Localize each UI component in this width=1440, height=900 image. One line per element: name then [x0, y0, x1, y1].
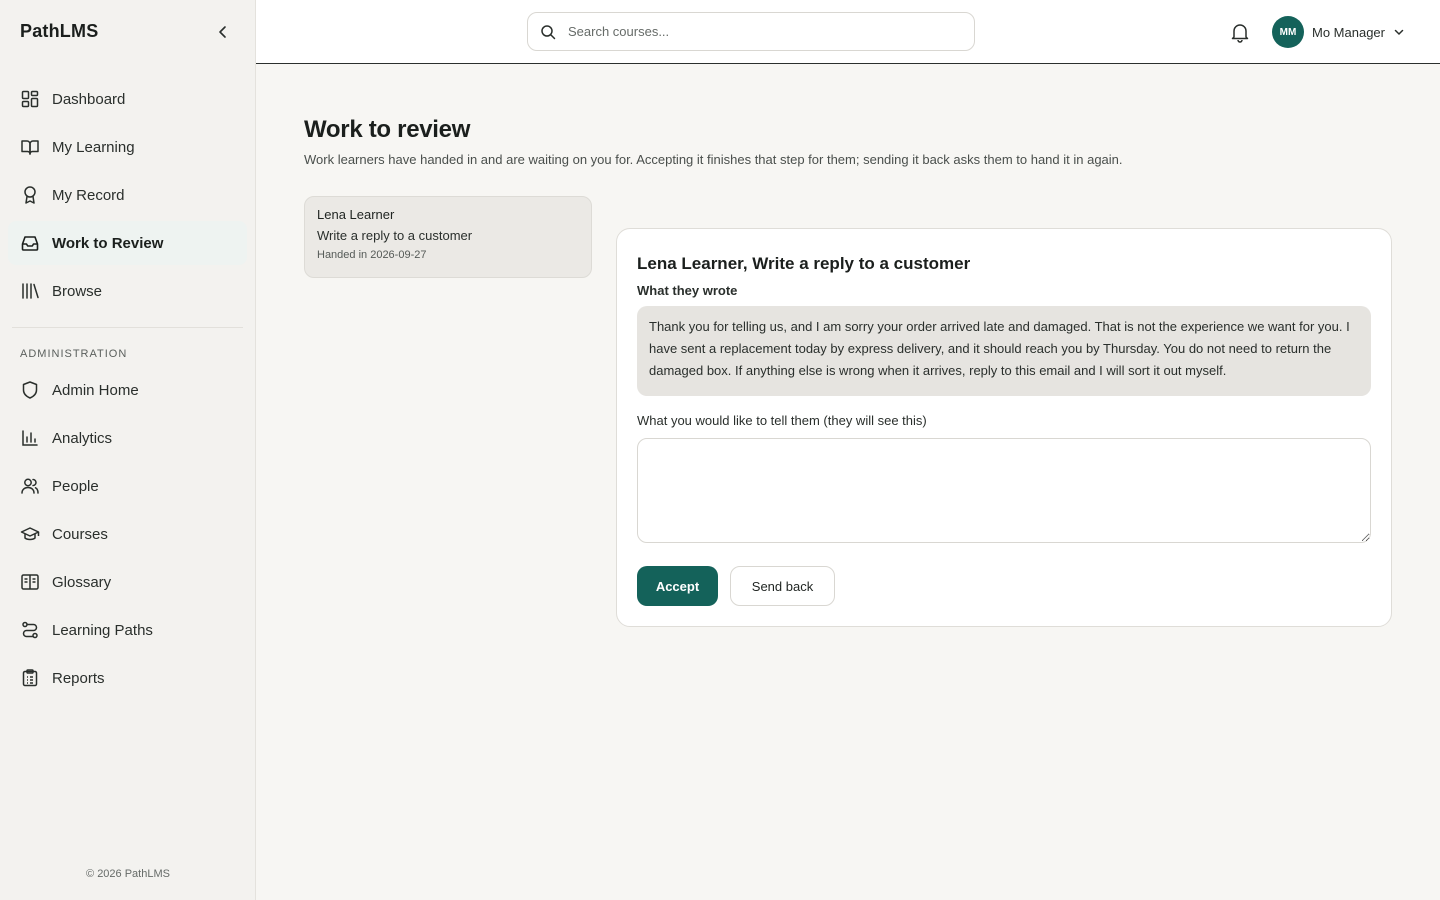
- sidebar-item-people[interactable]: People: [8, 464, 247, 508]
- sidebar-item-my-learning[interactable]: My Learning: [8, 125, 247, 169]
- feedback-label: What you would like to tell them (they w…: [637, 413, 927, 428]
- collapse-sidebar-button[interactable]: [211, 20, 235, 44]
- users-icon: [20, 476, 40, 496]
- sidebar-item-label: My Learning: [52, 138, 135, 156]
- review-title: Lena Learner, Write a reply to a custome…: [637, 254, 971, 273]
- sidebar-item-learning-paths[interactable]: Learning Paths: [8, 608, 247, 652]
- sidebar-divider: [12, 327, 243, 328]
- search-box[interactable]: [527, 12, 975, 51]
- bell-icon[interactable]: [1229, 21, 1251, 43]
- submission-label: What they wrote: [637, 283, 738, 298]
- review-queue-item[interactable]: Lena Learner Write a reply to a customer…: [304, 196, 592, 278]
- route-icon: [20, 620, 40, 640]
- page-subtitle: Work learners have handed in and are wai…: [304, 152, 1123, 167]
- sidebar-item-label: Dashboard: [52, 90, 126, 108]
- chevron-left-icon: [219, 25, 226, 38]
- sidebar-item-label: People: [52, 477, 99, 495]
- user-menu[interactable]: MM Mo Manager: [1272, 15, 1405, 49]
- sidebar-header: PathLMS: [0, 0, 255, 63]
- sidebar-item-my-record[interactable]: My Record: [8, 173, 247, 217]
- queue-learner-name: Lena Learner: [317, 207, 395, 222]
- sidebar-item-dashboard[interactable]: Dashboard: [8, 77, 247, 121]
- sidebar-item-label: Work to Review: [52, 234, 164, 252]
- sidebar-item-label: Admin Home: [52, 381, 139, 399]
- shield-icon: [20, 380, 40, 400]
- sidebar-item-admin-home[interactable]: Admin Home: [8, 368, 247, 412]
- sidebar-item-analytics[interactable]: Analytics: [8, 416, 247, 460]
- brand-logo[interactable]: PathLMS: [20, 21, 98, 42]
- sidebar-item-courses[interactable]: Courses: [8, 512, 247, 556]
- book-open-icon: [20, 137, 40, 157]
- sidebar-item-reports[interactable]: Reports: [8, 656, 247, 700]
- chevron-down-icon: [1394, 29, 1404, 36]
- sidebar-item-label: Glossary: [52, 573, 112, 591]
- user-name: Mo Manager: [1312, 24, 1385, 40]
- search-icon: [540, 24, 556, 40]
- sidebar-item-label: Learning Paths: [52, 621, 153, 639]
- sidebar-item-label: Reports: [52, 669, 105, 687]
- avatar: MM: [1272, 16, 1304, 48]
- sidebar-item-label: My Record: [52, 186, 125, 204]
- admin-section-title: ADMINISTRATION: [20, 348, 128, 360]
- book-text-icon: [20, 572, 40, 592]
- page-title: Work to review: [304, 116, 471, 143]
- queue-task-title: Write a reply to a customer: [317, 228, 473, 243]
- bar-chart-icon: [20, 428, 40, 448]
- topbar: MM Mo Manager: [256, 0, 1440, 64]
- award-icon: [20, 185, 40, 205]
- sidebar-item-glossary[interactable]: Glossary: [8, 560, 247, 604]
- sidebar-item-work-to-review[interactable]: Work to Review: [8, 221, 247, 265]
- main-content: Work to review Work learners have handed…: [256, 64, 1440, 900]
- admin-nav: Admin Home Analytics People Courses Glos…: [0, 368, 255, 700]
- queue-handed-in-date: Handed in 2026-09-27: [317, 249, 427, 261]
- sidebar-item-label: Courses: [52, 525, 108, 543]
- sidebar-item-browse[interactable]: Browse: [8, 269, 247, 313]
- sidebar: PathLMS Dashboard My Learning My Record: [0, 0, 256, 900]
- review-panel: Lena Learner, Write a reply to a custome…: [616, 228, 1392, 627]
- inbox-icon: [20, 233, 40, 253]
- sidebar-item-label: Analytics: [52, 429, 113, 447]
- feedback-textarea[interactable]: [637, 438, 1371, 543]
- dashboard-icon: [20, 89, 40, 109]
- sidebar-footer: © 2026 PathLMS: [86, 868, 170, 880]
- search-input[interactable]: [568, 24, 948, 39]
- sidebar-item-label: Browse: [52, 282, 103, 300]
- accept-button[interactable]: Accept: [637, 566, 718, 606]
- library-icon: [20, 281, 40, 301]
- submission-text: Thank you for telling us, and I am sorry…: [637, 306, 1371, 396]
- clipboard-icon: [20, 668, 40, 688]
- main-nav: Dashboard My Learning My Record Work to …: [0, 63, 255, 313]
- send-back-button[interactable]: Send back: [730, 566, 835, 606]
- graduation-cap-icon: [20, 524, 40, 544]
